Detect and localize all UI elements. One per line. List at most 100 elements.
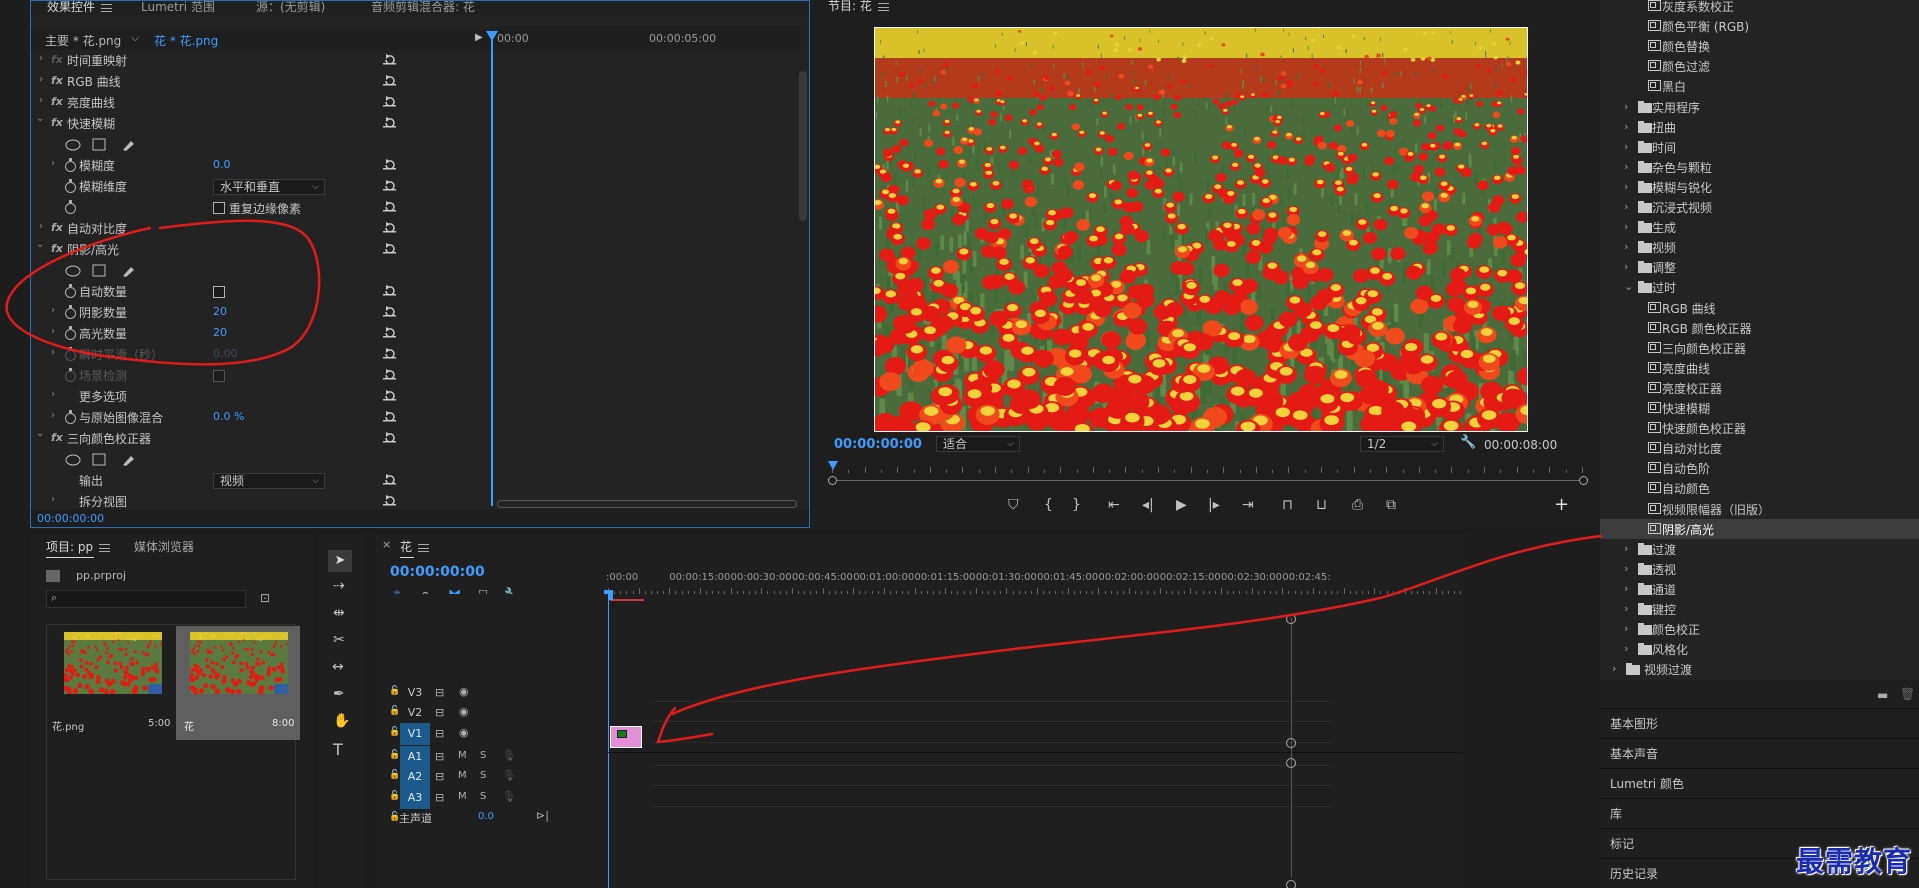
chevron-right-icon[interactable]: › xyxy=(1624,100,1628,113)
hand-tool-icon[interactable]: ✋ xyxy=(333,713,350,729)
reset-icon[interactable] xyxy=(383,390,396,401)
chevron-right-icon[interactable]: › xyxy=(1612,662,1616,675)
chevron-right-icon[interactable]: › xyxy=(1624,622,1628,635)
stopwatch-icon[interactable] xyxy=(65,305,76,319)
effect-folder[interactable]: › 视频过渡 xyxy=(1600,659,1919,679)
sync-lock-icon[interactable]: ⊟ xyxy=(435,727,444,740)
chevron-right-icon[interactable]: › xyxy=(1624,140,1628,153)
tab-source[interactable]: 源：(无剪辑) xyxy=(256,1,325,15)
reset-icon[interactable] xyxy=(383,327,396,338)
effect-folder[interactable]: › 透视 xyxy=(1600,559,1919,579)
mute-button[interactable]: M xyxy=(458,770,467,781)
track-badge-v1[interactable]: V1 xyxy=(400,723,430,745)
eye-icon[interactable]: ◉ xyxy=(459,726,469,739)
side-panel-section[interactable]: 基本声音 xyxy=(1600,738,1919,766)
effect-item[interactable]: 快速颜色校正器 xyxy=(1600,418,1919,438)
chevron-right-icon[interactable]: › xyxy=(51,410,55,421)
side-panel-section[interactable]: 库 xyxy=(1600,798,1919,826)
chevron-down-icon[interactable]: ⌵ xyxy=(131,31,139,45)
effect-item[interactable]: 阴影/高光 xyxy=(1600,518,1919,539)
effect-row[interactable]: ⌄ fx 三向颜色校正器 xyxy=(31,428,521,449)
checkbox[interactable] xyxy=(213,370,225,382)
microphone-icon[interactable]: 🎙 xyxy=(502,769,516,782)
effect-row[interactable]: ⌄ fx 阴影/高光 xyxy=(31,239,521,260)
solo-button[interactable]: S xyxy=(480,791,486,802)
mask-tools-icon[interactable] xyxy=(65,453,145,470)
stopwatch-icon[interactable] xyxy=(65,410,76,424)
effect-row[interactable]: › fx RGB 曲线 xyxy=(31,71,521,92)
reset-icon[interactable] xyxy=(383,432,396,443)
lock-icon[interactable]: 🔓 xyxy=(389,706,400,716)
effect-row[interactable]: › fx 时间重映射 xyxy=(31,50,521,71)
chevron-right-icon[interactable]: › xyxy=(39,95,43,106)
effect-row[interactable]: › 阴影数量 20 xyxy=(31,302,521,323)
chevron-right-icon[interactable]: › xyxy=(1624,220,1628,233)
effect-folder[interactable]: › 时间 xyxy=(1600,137,1919,157)
tab-effect-controls[interactable]: 效果控件 xyxy=(47,1,113,15)
chevron-right-icon[interactable]: › xyxy=(1624,120,1628,133)
lift-icon[interactable]: ⊓ xyxy=(1282,497,1293,513)
chevron-right-icon[interactable]: › xyxy=(1624,180,1628,193)
lock-icon[interactable]: 🔓 xyxy=(389,727,400,737)
chevron-down-icon[interactable]: ⌄ xyxy=(36,239,44,250)
effect-row[interactable] xyxy=(31,134,521,155)
effect-row[interactable]: 模糊维度 水平和垂直 ⌵ xyxy=(31,176,521,197)
sync-lock-icon[interactable]: ⊟ xyxy=(435,686,444,699)
stopwatch-icon[interactable] xyxy=(65,200,76,214)
effect-row[interactable]: › 高光数量 20 xyxy=(31,323,521,344)
effect-folder[interactable]: › 风格化 xyxy=(1600,639,1919,659)
lock-icon[interactable]: 🔓 xyxy=(389,750,400,760)
effect-folder[interactable]: › 过渡 xyxy=(1600,539,1919,559)
effect-param-dropdown[interactable]: 视频 ⌵ xyxy=(213,473,325,489)
track-badge-a1[interactable]: A1 xyxy=(400,746,430,768)
lock-icon[interactable]: 🔓 xyxy=(389,686,400,696)
reset-icon[interactable] xyxy=(383,180,396,191)
reset-icon[interactable] xyxy=(383,96,396,107)
reset-icon[interactable] xyxy=(383,285,396,296)
fx-toggle-icon[interactable]: fx xyxy=(51,74,63,87)
sync-lock-icon[interactable]: ⊟ xyxy=(435,770,444,783)
sequence-clip-label[interactable]: 花 * 花.png xyxy=(154,32,218,49)
stopwatch-icon[interactable] xyxy=(65,368,76,382)
sync-lock-icon[interactable]: ⊟ xyxy=(435,791,444,804)
effect-item[interactable]: 颜色过滤 xyxy=(1600,56,1919,76)
chevron-right-icon[interactable]: › xyxy=(1624,602,1628,615)
effect-folder[interactable]: › 键控 xyxy=(1600,599,1919,619)
panel-menu-icon[interactable] xyxy=(101,3,113,12)
microphone-icon[interactable]: 🎙 xyxy=(502,790,516,803)
ripple-edit-tool-icon[interactable]: ⇹ xyxy=(333,605,345,621)
new-custom-bin-icon[interactable]: ▬ xyxy=(1877,688,1888,702)
step-back-icon[interactable]: ◂| xyxy=(1142,497,1154,513)
effect-folder[interactable]: › 模糊与锐化 xyxy=(1600,177,1919,197)
effect-item[interactable]: 自动对比度 xyxy=(1600,438,1919,458)
fx-toggle-icon[interactable]: fx xyxy=(51,431,63,444)
chevron-right-icon[interactable]: › xyxy=(1624,582,1628,595)
chevron-right-icon[interactable]: › xyxy=(1624,160,1628,173)
effect-row[interactable]: 输出 视频 ⌵ xyxy=(31,470,521,491)
new-bin-from-search-icon[interactable]: ⊡ xyxy=(260,591,270,605)
mask-tools-icon[interactable] xyxy=(65,138,145,155)
wrench-icon[interactable]: 🔧 xyxy=(1460,435,1476,450)
mark-in-icon[interactable]: { xyxy=(1044,497,1053,513)
effect-item[interactable]: 自动颜色 xyxy=(1600,478,1919,498)
effect-item[interactable]: 灰度系数校正 xyxy=(1600,0,1919,16)
reset-icon[interactable] xyxy=(383,474,396,485)
chevron-right-icon[interactable]: › xyxy=(1624,200,1628,213)
effect-param-value[interactable]: 0.00 xyxy=(213,347,238,360)
effect-folder[interactable]: › 扭曲 xyxy=(1600,117,1919,137)
go-to-out-icon[interactable]: ⇥ xyxy=(1242,497,1254,513)
track-badge-v3[interactable]: V3 xyxy=(400,682,430,704)
effect-row[interactable]: 自动数量 xyxy=(31,281,521,302)
fx-toggle-icon[interactable]: fx xyxy=(51,221,63,234)
reset-icon[interactable] xyxy=(383,201,396,212)
effect-item[interactable]: 视频限幅器（旧版） xyxy=(1600,499,1919,519)
effect-folder[interactable]: › 颜色校正 xyxy=(1600,619,1919,639)
effect-item[interactable]: RGB 曲线 xyxy=(1600,298,1919,318)
pen-tool-icon[interactable]: ✒ xyxy=(333,686,345,702)
effect-row[interactable]: › 与原始图像混合 0.0 % xyxy=(31,407,521,428)
panel-menu-icon[interactable] xyxy=(99,543,111,552)
effect-row[interactable]: › fx 亮度曲线 xyxy=(31,92,521,113)
side-panel-section[interactable]: 基本图形 xyxy=(1600,708,1919,736)
effect-param-value[interactable]: 20 xyxy=(213,326,227,339)
effect-item[interactable]: 颜色平衡 (RGB) xyxy=(1600,16,1919,36)
